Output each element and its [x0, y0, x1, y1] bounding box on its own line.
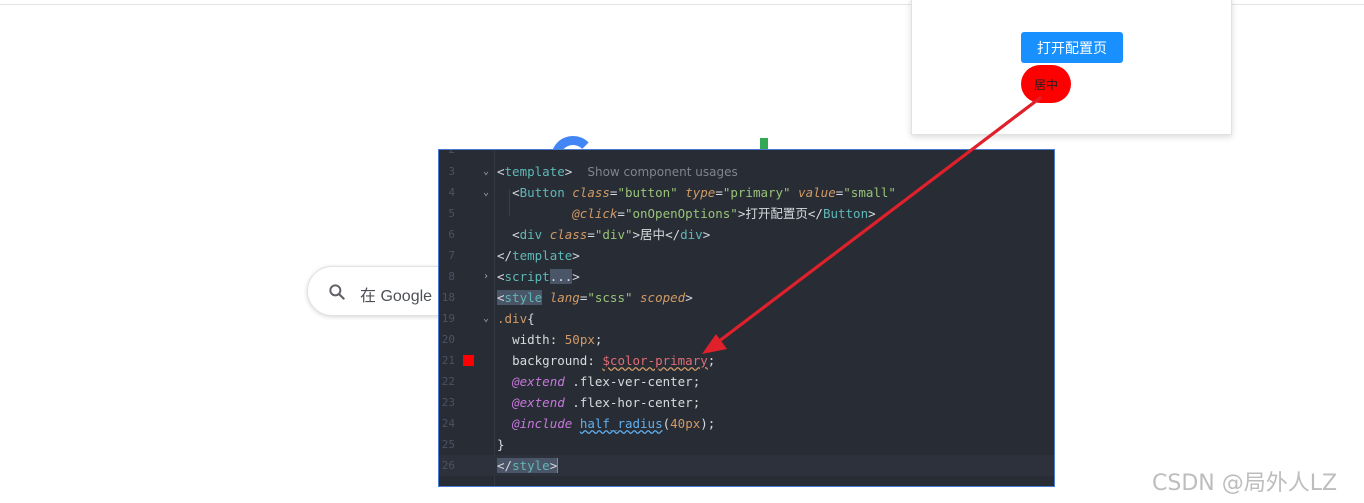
component-preview-popup: 打开配置页 居中	[911, 0, 1232, 135]
code-line: 18 <style lang="scss" scoped>	[439, 287, 1054, 308]
line-number: 20	[441, 333, 455, 346]
line-number: 19	[441, 312, 455, 325]
line-number: 25	[441, 438, 455, 451]
code-editor[interactable]: 2 3 ⌄ <template> Show component usages 4…	[438, 149, 1055, 487]
fold-chevron-down-icon[interactable]: ⌄	[481, 161, 491, 182]
line-number: 2	[448, 149, 455, 156]
code-line: 4 ⌄ <Button class="button" type="primary…	[439, 182, 1054, 203]
fold-chevron-right-icon[interactable]: ›	[481, 266, 491, 287]
code-line: 8 › <script...>	[439, 266, 1054, 287]
fold-chevron-down-icon[interactable]: ⌄	[481, 308, 491, 329]
code-line: 3 ⌄ <template> Show component usages	[439, 161, 1054, 182]
line-number: 5	[448, 207, 455, 220]
line-number: 6	[448, 228, 455, 241]
line-number: 22	[441, 375, 455, 388]
code-line-current: 26 </style>	[439, 455, 1054, 476]
code-line: 24 @include half_radius(40px);	[439, 413, 1054, 434]
code-line: 21 background: $color-primary;	[439, 350, 1054, 371]
line-number: 26	[441, 459, 455, 472]
code-line: 7 </template>	[439, 245, 1054, 266]
line-number: 21	[441, 354, 455, 367]
component-usages-hint[interactable]: Show component usages	[587, 165, 737, 179]
line-number: 24	[441, 417, 455, 430]
code-line: 6 <div class="div">居中</div>	[439, 224, 1054, 245]
line-number: 23	[441, 396, 455, 409]
code-line: 20 width: 50px;	[439, 329, 1054, 350]
code-line: 19 ⌄ .div{	[439, 308, 1054, 329]
color-swatch-icon[interactable]	[463, 355, 474, 366]
line-number: 4	[448, 186, 455, 199]
code-line: 25 }	[439, 434, 1054, 455]
fold-chevron-down-icon[interactable]: ⌄	[481, 182, 491, 203]
search-input-text[interactable]: 在 Google	[360, 282, 432, 306]
line-number: 3	[448, 165, 455, 178]
open-options-button[interactable]: 打开配置页	[1021, 32, 1123, 63]
line-number: 18	[441, 291, 455, 304]
line-number: 7	[448, 249, 455, 262]
centered-red-div: 居中	[1021, 65, 1071, 103]
line-number: 8	[448, 270, 455, 283]
code-line: 22 @extend .flex-ver-center;	[439, 371, 1054, 392]
watermark: CSDN @局外人LZ	[1152, 471, 1338, 496]
indent-guide	[509, 189, 510, 216]
search-icon	[329, 284, 345, 300]
code-line: 2	[439, 149, 1054, 160]
code-line: 5 @click="onOpenOptions">打开配置页</Button>	[439, 203, 1054, 224]
code-line: 23 @extend .flex-hor-center;	[439, 392, 1054, 413]
